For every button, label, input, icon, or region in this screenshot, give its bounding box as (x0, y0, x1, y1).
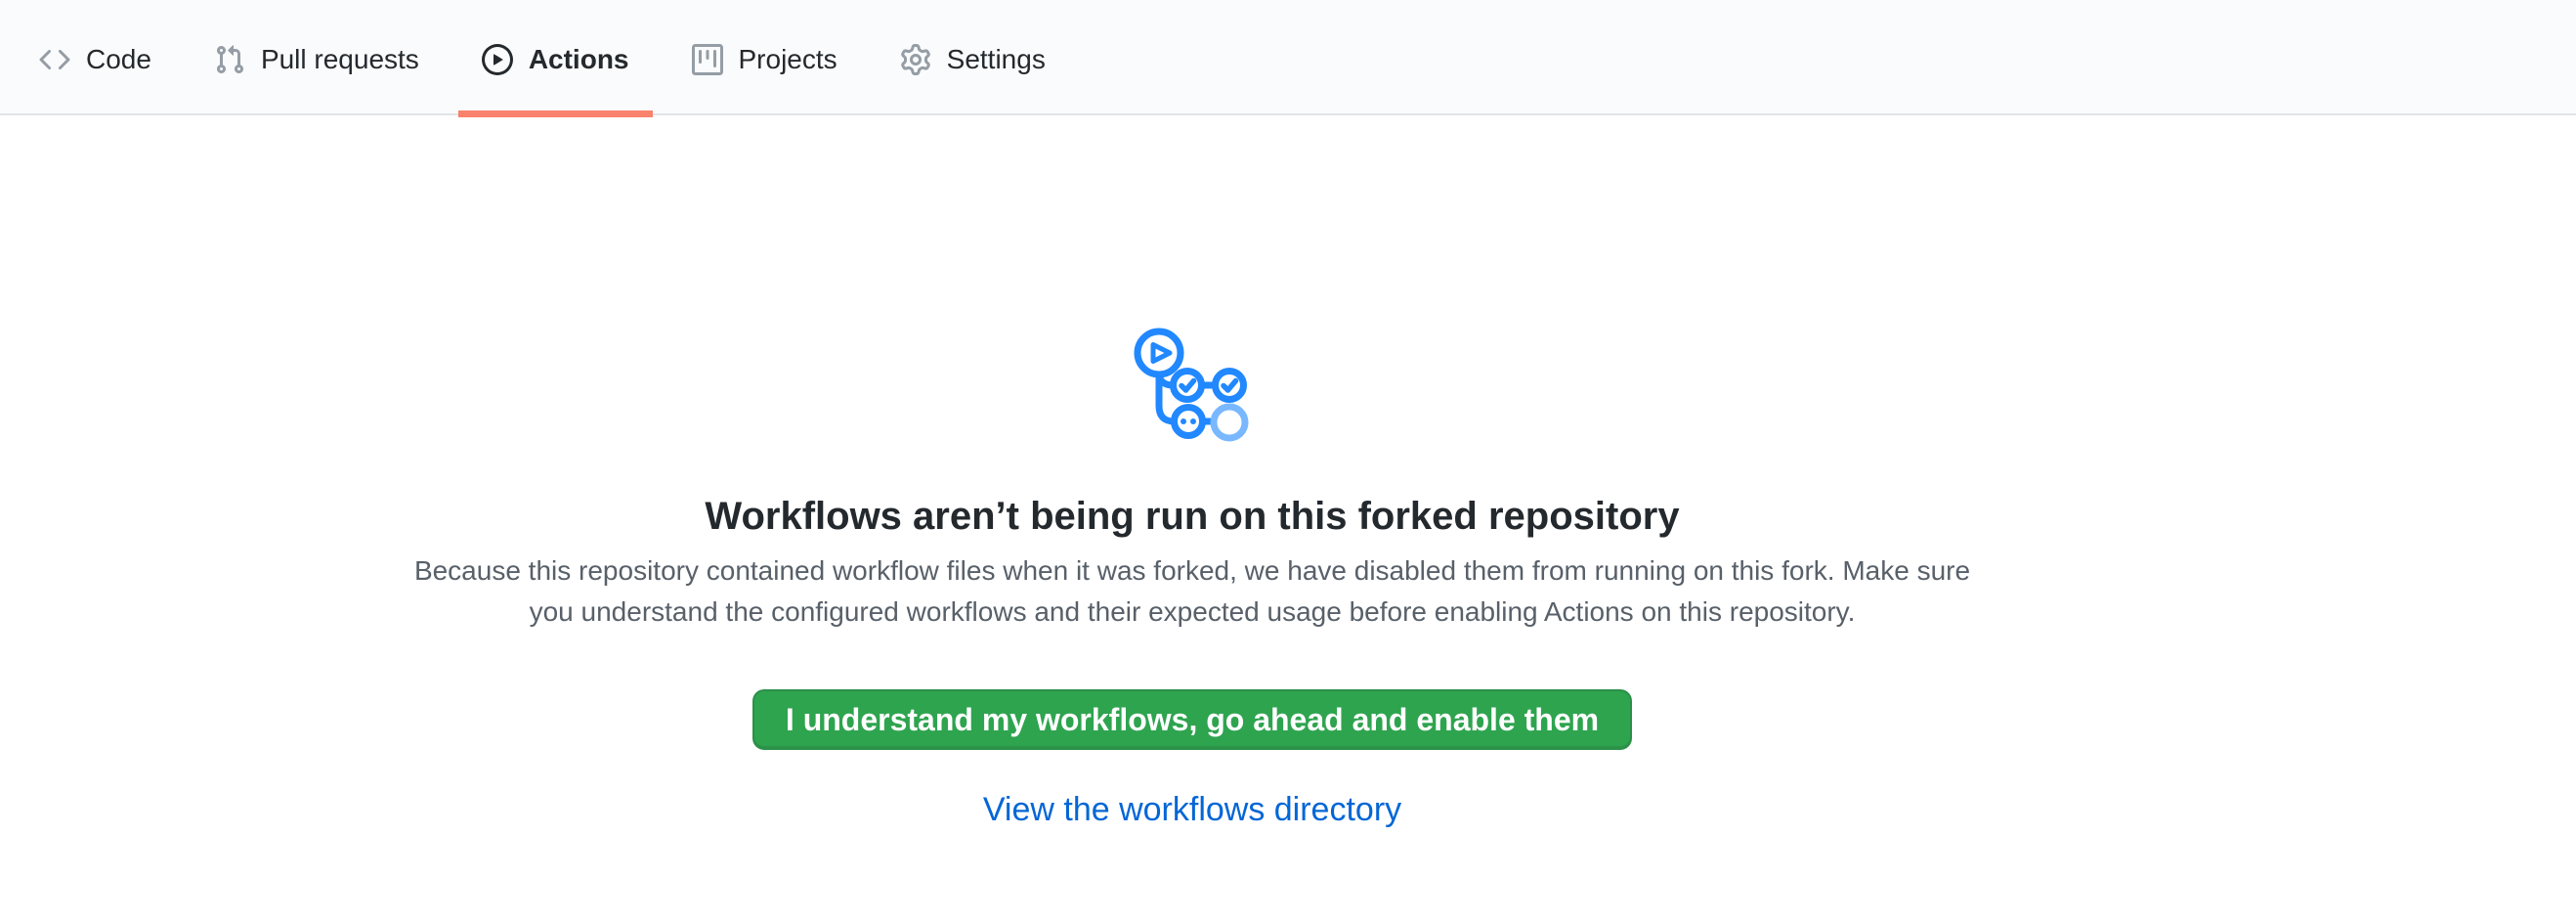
gear-icon (900, 44, 931, 75)
tab-projects-label: Projects (739, 46, 837, 73)
tab-actions-label: Actions (529, 46, 629, 73)
project-icon (692, 44, 723, 75)
actions-disabled-blankslate: Workflows aren’t being run on this forke… (0, 115, 2384, 829)
blankslate-description: Because this repository contained workfl… (391, 550, 1994, 633)
tab-projects[interactable]: Projects (668, 6, 861, 113)
primary-action-row: I understand my workflows, go ahead and … (0, 633, 2384, 750)
tab-code-label: Code (86, 46, 151, 73)
page-title: Workflows aren’t being run on this forke… (0, 495, 2384, 539)
tab-pull-requests-label: Pull requests (261, 46, 419, 73)
tab-pull-requests[interactable]: Pull requests (191, 6, 443, 113)
tab-code[interactable]: Code (16, 6, 175, 113)
code-icon (39, 44, 70, 75)
view-workflows-directory-link[interactable]: View the workflows directory (983, 791, 1401, 828)
git-pull-request-icon (214, 44, 245, 75)
repo-tab-nav: Code Pull requests Actions Projects Sett… (0, 0, 2576, 115)
enable-workflows-button[interactable]: I understand my workflows, go ahead and … (752, 689, 1632, 750)
tab-settings-label: Settings (947, 46, 1046, 73)
secondary-action-row: View the workflows directory (0, 791, 2384, 829)
tab-settings[interactable]: Settings (877, 6, 1069, 113)
play-icon (482, 44, 513, 75)
tab-actions[interactable]: Actions (458, 6, 653, 113)
workflow-illustration-icon (1132, 328, 1253, 454)
